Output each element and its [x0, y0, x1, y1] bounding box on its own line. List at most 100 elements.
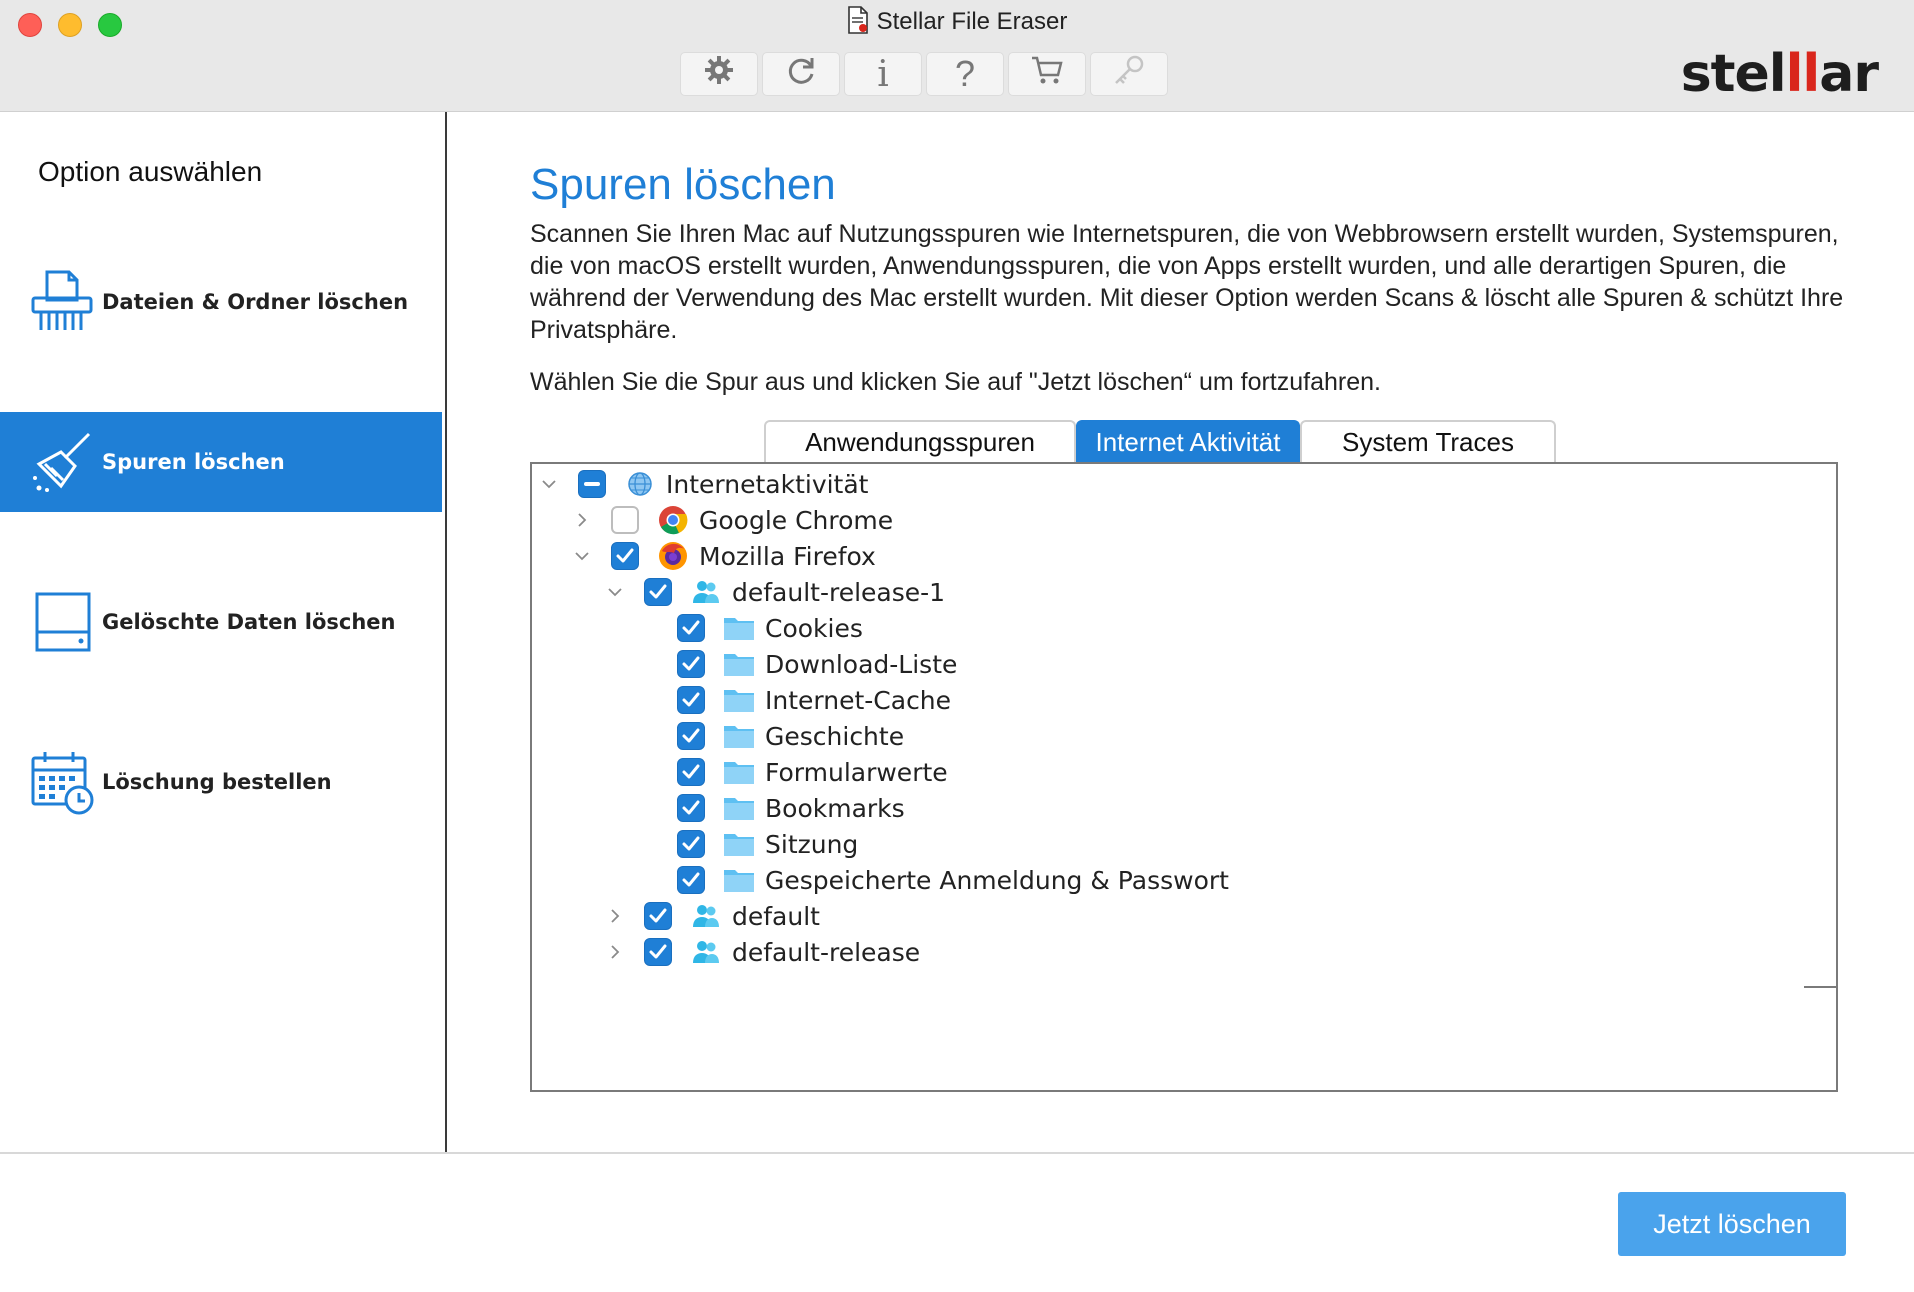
sidebar-title: Option auswählen [38, 156, 263, 187]
tree-row-label: Download-Liste [765, 649, 958, 679]
checkbox[interactable] [578, 470, 606, 498]
checkbox[interactable] [611, 542, 639, 570]
sidebar-item-schedule[interactable]: Löschung bestellen [0, 732, 442, 832]
checkbox[interactable] [611, 506, 639, 534]
checkbox[interactable] [677, 794, 705, 822]
tree-row-label: Gespeicherte Anmeldung & Passwort [765, 865, 1229, 895]
erase-now-button[interactable]: Jetzt löschen [1618, 1192, 1846, 1256]
sidebar: Option auswählen Dateien & Ordner lösche… [0, 112, 447, 1152]
sidebar-item-label: Spuren löschen [102, 450, 285, 474]
chevron-down-icon[interactable] [538, 473, 560, 495]
activation-key-button[interactable] [1090, 52, 1168, 96]
checkbox[interactable] [644, 938, 672, 966]
info-icon: i [877, 53, 889, 95]
checkbox[interactable] [677, 830, 705, 858]
trace-tabs: Anwendungsspuren Internet Aktivität Syst… [764, 420, 1556, 462]
users-icon [690, 900, 722, 932]
tree-row[interactable]: default-release [532, 930, 1832, 974]
users-icon [690, 576, 722, 608]
sidebar-item-deleted-data[interactable]: Gelöschte Daten löschen [0, 572, 442, 672]
window-title-text: Stellar File Eraser [876, 8, 1068, 35]
refresh-icon [785, 54, 817, 95]
page-description: Scannen Sie Ihren Mac auf Nutzungsspuren… [530, 220, 1844, 344]
key-icon [1112, 53, 1146, 96]
chevron-right-icon[interactable] [604, 941, 626, 963]
sidebar-item-label: Gelöschte Daten löschen [102, 610, 396, 634]
page-title: Spuren löschen [530, 160, 836, 209]
tree-row-label: default-release [732, 937, 921, 967]
checkbox[interactable] [677, 722, 705, 750]
footer-divider [0, 1152, 1914, 1154]
checkbox[interactable] [644, 902, 672, 930]
folder-icon [723, 720, 755, 752]
users-icon [690, 936, 722, 968]
sidebar-item-label: Löschung bestellen [102, 770, 332, 794]
folder-icon [723, 864, 755, 896]
firefox-icon [657, 540, 689, 572]
settings-button[interactable] [680, 52, 758, 96]
tree-row-label: Formularwerte [765, 757, 948, 787]
drive-icon [28, 587, 98, 657]
tree-row-label: Internetaktivität [666, 469, 869, 499]
title-bar: Stellar File Eraser i ? stelllar [0, 0, 1914, 112]
instruction-text: Wählen Sie die Spur aus und klicken Sie … [530, 368, 1381, 396]
folder-icon [723, 684, 755, 716]
folder-icon [723, 612, 755, 644]
traces-tree: Internetaktivität Google Chrome Mozilla Fi… [530, 462, 1838, 1092]
help-icon: ? [954, 53, 976, 94]
checkbox[interactable] [677, 686, 705, 714]
chevron-down-icon[interactable] [571, 545, 593, 567]
tree-row-label: Geschichte [765, 721, 905, 751]
window-title: Stellar File Eraser [0, 6, 1914, 41]
tree-row-label: Cookies [765, 613, 863, 643]
tab-application-traces[interactable]: Anwendungsspuren [764, 420, 1076, 462]
checkbox[interactable] [677, 866, 705, 894]
checkbox[interactable] [677, 758, 705, 786]
folder-icon [723, 756, 755, 788]
toolbar: i ? [680, 52, 1168, 96]
chevron-right-icon[interactable] [571, 509, 593, 531]
gear-icon [703, 54, 735, 95]
shredder-icon [28, 267, 98, 337]
folder-icon [723, 792, 755, 824]
chevron-down-icon[interactable] [604, 581, 626, 603]
help-button[interactable]: ? [926, 52, 1004, 96]
tree-row-label: Internet-Cache [765, 685, 952, 715]
stellar-logo: stelllar [1680, 44, 1879, 104]
tree-row-label: Google Chrome [699, 505, 894, 535]
chrome-icon [657, 504, 689, 536]
cart-button[interactable] [1008, 52, 1086, 96]
checkbox[interactable] [677, 614, 705, 642]
main-panel: Spuren löschen Scannen Sie Ihren Mac auf… [448, 112, 1914, 1256]
tab-system-traces[interactable]: System Traces [1300, 420, 1556, 462]
globe-icon [624, 468, 656, 500]
checkbox[interactable] [644, 578, 672, 606]
tree-row-label: Mozilla Firefox [699, 541, 876, 571]
tree-row-label: default-release-1 [732, 577, 946, 607]
broom-icon [28, 427, 98, 497]
folder-icon [723, 828, 755, 860]
scrollbar[interactable] [1804, 986, 1836, 988]
refresh-button[interactable] [762, 52, 840, 96]
cart-icon [1030, 55, 1064, 94]
info-button[interactable]: i [844, 52, 922, 96]
sidebar-item-traces[interactable]: Spuren löschen [0, 412, 442, 512]
calendar-clock-icon [28, 747, 98, 817]
tree-row-label: default [732, 901, 820, 931]
folder-icon [723, 648, 755, 680]
tree-row-label: Sitzung [765, 829, 859, 859]
tab-internet-activity[interactable]: Internet Aktivität [1076, 420, 1300, 462]
checkbox[interactable] [677, 650, 705, 678]
sidebar-item-files-folders[interactable]: Dateien & Ordner löschen [0, 252, 442, 352]
document-icon [847, 6, 869, 41]
chevron-right-icon[interactable] [604, 905, 626, 927]
sidebar-item-label: Dateien & Ordner löschen [102, 290, 409, 314]
